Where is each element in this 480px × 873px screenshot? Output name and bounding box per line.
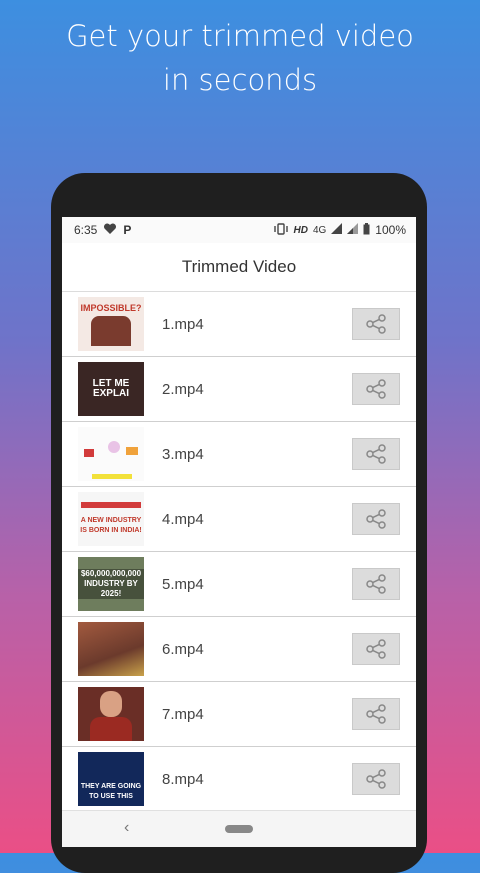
video-thumbnail: $60,000,000,000 INDUSTRY BY 2025!: [78, 557, 144, 611]
video-list: IMPOSSIBLE? 1.mp4 LET ME EXPLAI 2.mp4 3.…: [62, 292, 416, 812]
share-icon: [366, 314, 386, 334]
list-item[interactable]: IMPOSSIBLE? 1.mp4: [62, 292, 416, 357]
share-button[interactable]: [352, 373, 400, 405]
video-filename: 2.mp4: [162, 380, 204, 398]
video-thumbnail: IMPOSSIBLE?: [78, 297, 144, 351]
video-filename: 6.mp4: [162, 640, 204, 658]
video-thumbnail: [78, 622, 144, 676]
video-thumbnail: THEY ARE GOING TO USE THIS: [78, 752, 144, 806]
video-thumbnail: [78, 427, 144, 481]
status-time: 6:35: [74, 223, 98, 237]
list-item[interactable]: A NEW INDUSTRY IS BORN IN INDIA! 4.mp4: [62, 487, 416, 552]
vibrate-icon: [273, 222, 289, 238]
video-thumbnail: [78, 687, 144, 741]
video-filename: 7.mp4: [162, 705, 204, 723]
share-button[interactable]: [352, 698, 400, 730]
list-item[interactable]: LET ME EXPLAI 2.mp4: [62, 357, 416, 422]
status-bar: 6:35 P HD 4G 100%: [62, 217, 416, 243]
video-filename: 3.mp4: [162, 445, 204, 463]
system-nav-bar: ‹: [62, 810, 416, 847]
share-button[interactable]: [352, 568, 400, 600]
promo-line-2: in seconds: [162, 63, 318, 97]
battery-icon: [363, 222, 370, 238]
share-button[interactable]: [352, 633, 400, 665]
phone-screen: 6:35 P HD 4G 100% Trimmed Video IMPOSSIB…: [62, 217, 416, 847]
share-icon: [366, 444, 386, 464]
home-pill-icon[interactable]: [225, 825, 253, 833]
share-icon: [366, 574, 386, 594]
share-icon: [366, 704, 386, 724]
promo-headline: Get your trimmed video in seconds: [0, 14, 480, 102]
promo-line-1: Get your trimmed video: [66, 19, 414, 53]
share-button[interactable]: [352, 308, 400, 340]
share-icon: [366, 379, 386, 399]
hd-badge: HD: [293, 224, 308, 236]
p-icon: P: [123, 223, 132, 237]
list-item[interactable]: 7.mp4: [62, 682, 416, 747]
signal-icon: [347, 223, 359, 237]
list-item[interactable]: $60,000,000,000 INDUSTRY BY 2025! 5.mp4: [62, 552, 416, 617]
share-icon: [366, 769, 386, 789]
list-item[interactable]: 6.mp4: [62, 617, 416, 682]
battery-level: 100%: [375, 223, 406, 237]
heart-icon: [103, 222, 117, 238]
signal-icon: [331, 223, 343, 237]
back-icon[interactable]: ‹: [124, 819, 129, 837]
list-item[interactable]: THEY ARE GOING TO USE THIS 8.mp4: [62, 747, 416, 812]
video-thumbnail: A NEW INDUSTRY IS BORN IN INDIA!: [78, 492, 144, 546]
page-title: Trimmed Video: [181, 257, 297, 276]
share-icon: [366, 509, 386, 529]
video-filename: 1.mp4: [162, 315, 204, 333]
share-button[interactable]: [352, 503, 400, 535]
video-filename: 5.mp4: [162, 575, 204, 593]
share-button[interactable]: [352, 438, 400, 470]
video-filename: 8.mp4: [162, 770, 204, 788]
share-button[interactable]: [352, 763, 400, 795]
network-type: 4G: [312, 224, 327, 236]
app-bar: Trimmed Video: [62, 243, 416, 292]
video-thumbnail: LET ME EXPLAI: [78, 362, 144, 416]
list-item[interactable]: 3.mp4: [62, 422, 416, 487]
share-icon: [366, 639, 386, 659]
video-filename: 4.mp4: [162, 510, 204, 528]
